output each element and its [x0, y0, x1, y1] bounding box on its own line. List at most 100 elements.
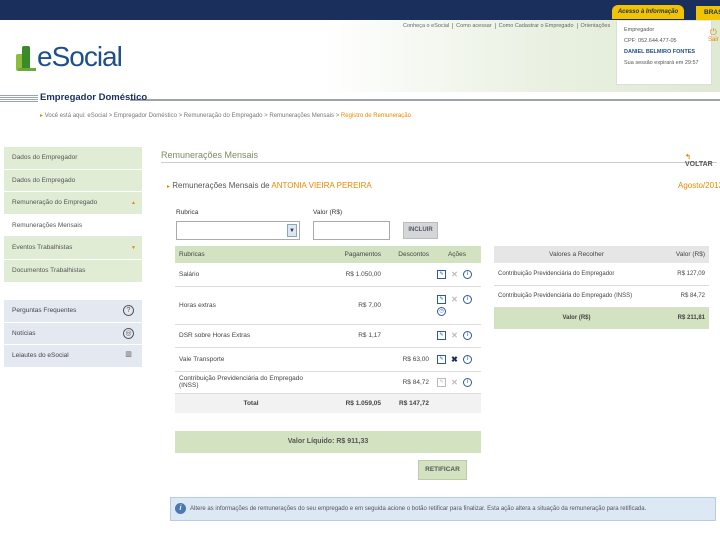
- row-rubrica: Horas extras: [175, 286, 327, 325]
- sidebar-item-perguntas-frequentes[interactable]: Perguntas Frequentes?: [4, 300, 142, 323]
- breadcrumb-item-remuneracoes-mensais[interactable]: Remunerações Mensais: [269, 113, 334, 119]
- rubrica-select[interactable]: ▼: [176, 221, 300, 240]
- info-icon[interactable]: i: [463, 354, 472, 364]
- breadcrumb-item-empregador[interactable]: Empregador Doméstico: [114, 113, 177, 119]
- net-pay-banner: Valor Líquido: R$ 911,33: [175, 431, 481, 453]
- row-rubrica: Vale Transporte: [175, 347, 327, 372]
- sidebar-item-label: Leiautes do eSocial: [12, 352, 69, 359]
- edit-icon: ✎: [437, 377, 446, 387]
- row-pagamento: R$ 1,17: [327, 324, 385, 348]
- info-message-text: Altere as informações de remunerações do…: [190, 506, 647, 512]
- back-button[interactable]: ↰ VOLTAR: [685, 153, 720, 168]
- sidebar-item-dados-empregador[interactable]: Dados do Empregador: [4, 147, 142, 170]
- info-icon[interactable]: i: [463, 377, 472, 387]
- collect-total-label: Valor (R$): [494, 307, 659, 329]
- collapse-icon: ▲: [131, 200, 136, 207]
- collect-label: Contribuição Previdenciária do Empregado…: [494, 263, 659, 286]
- esocial-logo[interactable]: eSocial: [16, 40, 123, 74]
- section-divider: [161, 162, 717, 163]
- include-button[interactable]: INCLUIR: [403, 222, 438, 239]
- chevron-down-icon[interactable]: ▼: [287, 224, 297, 237]
- brasil-link[interactable]: BRASIL: [696, 6, 720, 20]
- rectify-button[interactable]: RETIFICAR: [418, 460, 467, 480]
- sidebar-item-dados-empregado[interactable]: Dados do Empregado: [4, 169, 142, 193]
- sidebar-item-remuneracoes-mensais[interactable]: Remunerações Mensais: [4, 214, 142, 238]
- breadcrumb: ▸ Você está aqui: eSocial > Empregador D…: [40, 113, 411, 119]
- title-divider: [130, 99, 720, 101]
- table-header-row: Valores a Recolher Valor (R$): [494, 246, 709, 263]
- edit-icon[interactable]: ✎: [437, 354, 446, 364]
- bullet-icon: ▸: [167, 184, 171, 190]
- sidebar-item-label: Perguntas Frequentes: [12, 307, 77, 314]
- breadcrumb-item-esocial[interactable]: eSocial: [87, 113, 107, 119]
- edit-icon[interactable]: ✎: [437, 269, 446, 279]
- delete-icon[interactable]: ✖: [450, 355, 459, 364]
- edit-icon[interactable]: ✎: [437, 331, 446, 340]
- sidebar-item-label: Eventos Trabalhistas: [12, 244, 73, 252]
- table-row: Horas extras R$ 7,00 ✎ ✕ i ◷: [175, 286, 481, 325]
- logout-label: Sair: [708, 37, 719, 43]
- info-message-bar: i Altere as informações de remunerações …: [170, 497, 716, 521]
- total-label: Total: [175, 393, 327, 413]
- info-icon[interactable]: i: [463, 331, 472, 340]
- rubrica-label: Rubrica: [176, 209, 199, 216]
- area-title: Empregador Doméstico: [40, 92, 148, 103]
- sidebar-item-noticias[interactable]: Notícias ◎: [4, 322, 142, 345]
- table-row: Contribuição Previdenciária do Empregado…: [494, 285, 709, 308]
- table-row: DSR sobre Horas Extras R$ 1,17 ✎ ✕ i: [175, 324, 481, 348]
- logo-text: eSocial: [37, 41, 123, 72]
- collect-total-value: R$ 211,81: [659, 307, 709, 329]
- sidebar-item-leiautes[interactable]: Leiautes do eSocial ▥: [4, 345, 142, 368]
- sidebar-item-label: Remuneração do Empregado: [12, 199, 98, 207]
- sidebar-item-remuneracao-empregado[interactable]: Remuneração do Empregado ▲: [4, 192, 142, 215]
- toplink-orientacoes[interactable]: Orientações: [578, 23, 614, 29]
- row-rubrica: Contribuição Previdenciária do Empregado…: [175, 371, 327, 394]
- info-icon[interactable]: i: [463, 294, 472, 304]
- breadcrumb-prefix: Você está aqui:: [44, 113, 86, 119]
- collect-value: R$ 127,09: [659, 263, 709, 286]
- table-row: Contribuição Previdenciária do Empregado…: [494, 263, 709, 286]
- toplink-conheca[interactable]: Conheça o eSocial: [400, 23, 454, 29]
- valor-input[interactable]: [313, 221, 390, 240]
- delete-icon: ✕: [451, 331, 458, 340]
- info-icon[interactable]: i: [463, 269, 472, 279]
- remuneration-heading-prefix: Remunerações Mensais de: [172, 181, 270, 190]
- sidebar-item-documentos-trabalhistas[interactable]: Documentos Trabalhistas: [4, 259, 142, 283]
- question-icon: ?: [123, 305, 134, 316]
- table-header-row: Rubricas Pagamentos Descontos Ações: [175, 246, 481, 263]
- table-row: Vale Transporte R$ 63,00 ✎ ✖ i: [175, 347, 481, 372]
- breadcrumb-item-remuneracao[interactable]: Remuneração do Empregado: [184, 113, 263, 119]
- row-pagamento: [327, 371, 385, 394]
- delete-icon: ✕: [451, 269, 458, 279]
- header-valores-recolher: Valores a Recolher: [494, 246, 659, 263]
- row-pagamento: [327, 347, 385, 372]
- sidebar-item-label: Documentos Trabalhistas: [12, 266, 86, 274]
- total-pagamentos: R$ 1.059,05: [327, 393, 385, 413]
- access-information-link[interactable]: Acesso à Informação: [612, 5, 684, 19]
- user-name: DANIEL BELMIRO FONTES: [624, 49, 696, 55]
- edit-icon[interactable]: ✎: [437, 294, 446, 304]
- section-title: Remunerações Mensais: [161, 150, 259, 160]
- amounts-to-collect-table: Valores a Recolher Valor (R$) Contribuiç…: [494, 246, 709, 329]
- user-role: Empregador: [624, 27, 655, 33]
- breadcrumb-current: Registro de Remuneração: [340, 113, 411, 119]
- sidebar-item-eventos-trabalhistas[interactable]: Eventos Trabalhistas ▼: [4, 237, 142, 260]
- logout-button[interactable]: ⏻ Sair: [708, 28, 719, 44]
- toplink-como-cadastrar[interactable]: Como Cadastrar o Empregado: [496, 23, 578, 29]
- info-icon: i: [175, 503, 186, 514]
- table-row: Contribuição Previdenciária do Empregado…: [175, 371, 481, 394]
- sidebar-item-label: Dados do Empregado: [12, 176, 76, 184]
- sidebar-item-label: Notícias: [12, 329, 36, 337]
- toplink-como-acessar[interactable]: Como acessar: [453, 23, 496, 29]
- row-pagamento: R$ 1.050,00: [327, 263, 385, 287]
- history-icon[interactable]: ◷: [437, 306, 446, 316]
- session-timer: Sua sessão expirará em 29:57: [624, 60, 699, 66]
- rubrics-table: Rubricas Pagamentos Descontos Ações Salá…: [175, 246, 481, 413]
- breadcrumb-arrow-icon: ▸: [40, 113, 44, 119]
- total-descontos: R$ 147,72: [385, 393, 433, 413]
- user-cpf: CPF: 052.644.477-05: [624, 38, 677, 44]
- decorative-stripes: [0, 95, 38, 103]
- row-rubrica: DSR sobre Horas Extras: [175, 324, 327, 348]
- row-desconto: [385, 263, 433, 287]
- header-valor: Valor (R$): [659, 246, 709, 263]
